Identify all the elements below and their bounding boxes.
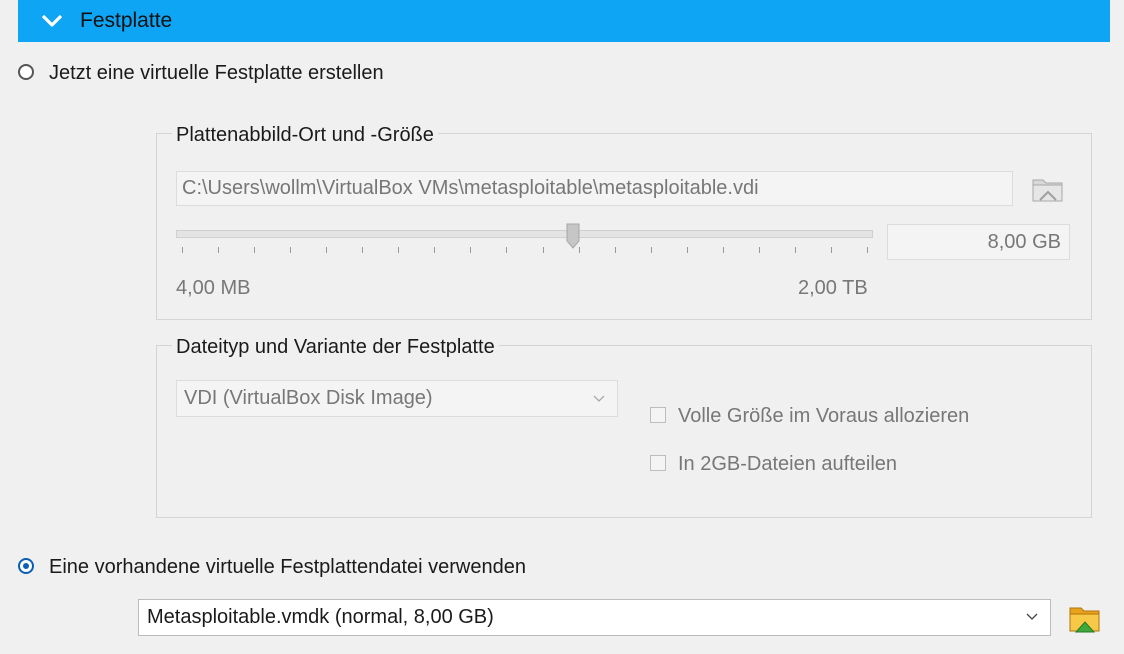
- size-slider-track[interactable]: [176, 230, 873, 238]
- existing-disk-value: Metasploitable.vmdk (normal, 8,00 GB): [147, 606, 494, 628]
- slider-tick: [506, 247, 508, 253]
- chevron-down-icon: [1026, 613, 1038, 620]
- radio-create-disk-label[interactable]: Jetzt eine virtuelle Festplatte erstelle…: [49, 62, 384, 85]
- size-value-field[interactable]: 8,00 GB: [887, 224, 1070, 260]
- section-header[interactable]: Festplatte: [18, 0, 1110, 42]
- section-title: Festplatte: [80, 9, 173, 32]
- file-format-value: VDI (VirtualBox Disk Image): [184, 387, 433, 409]
- split-label[interactable]: In 2GB-Dateien aufteilen: [678, 453, 897, 476]
- slider-tick: [362, 247, 364, 253]
- slider-min-label: 4,00 MB: [176, 277, 251, 299]
- slider-max-label: 2,00 TB: [798, 277, 868, 299]
- existing-disk-select[interactable]: Metasploitable.vmdk (normal, 8,00 GB): [138, 599, 1051, 636]
- chevron-down-icon: [593, 395, 605, 402]
- split-checkbox[interactable]: [650, 455, 666, 471]
- slider-tick: [614, 247, 616, 253]
- file-type-group-title: Dateityp und Variante der Festplatte: [172, 336, 499, 359]
- slider-tick: [290, 247, 292, 253]
- slider-tick: [326, 247, 328, 253]
- folder-browse-icon[interactable]: [1031, 172, 1065, 206]
- size-slider-thumb[interactable]: [566, 223, 580, 249]
- disk-path-field[interactable]: C:\Users\wollm\VirtualBox VMs\metasploit…: [176, 171, 1013, 206]
- slider-tick: [686, 247, 688, 253]
- prealloc-label[interactable]: Volle Größe im Voraus allozieren: [678, 405, 969, 428]
- slider-tick: [722, 247, 724, 253]
- disk-path-value: C:\Users\wollm\VirtualBox VMs\metasploit…: [182, 177, 759, 199]
- slider-tick: [182, 247, 183, 253]
- file-format-select[interactable]: VDI (VirtualBox Disk Image): [176, 380, 618, 417]
- slider-tick: [830, 247, 832, 253]
- radio-existing-disk[interactable]: [18, 558, 34, 574]
- slider-tick: [794, 247, 796, 253]
- slider-tick: [470, 247, 472, 253]
- slider-tick: [758, 247, 760, 253]
- slider-tick: [218, 247, 220, 253]
- slider-tick: [434, 247, 436, 253]
- location-size-group-title: Plattenabbild-Ort und -Größe: [172, 124, 438, 147]
- prealloc-checkbox[interactable]: [650, 407, 666, 423]
- folder-select-icon[interactable]: [1068, 602, 1102, 636]
- slider-tick: [398, 247, 400, 253]
- slider-tick: [650, 247, 652, 253]
- size-value: 8,00 GB: [987, 230, 1061, 253]
- radio-existing-disk-label[interactable]: Eine vorhandene virtuelle Festplattendat…: [49, 556, 526, 579]
- slider-tick: [254, 247, 256, 253]
- chevron-down-icon[interactable]: [40, 12, 64, 30]
- slider-tick: [867, 247, 868, 253]
- slider-tick: [542, 247, 544, 253]
- radio-create-disk[interactable]: [18, 64, 34, 80]
- file-type-group: [156, 345, 1092, 518]
